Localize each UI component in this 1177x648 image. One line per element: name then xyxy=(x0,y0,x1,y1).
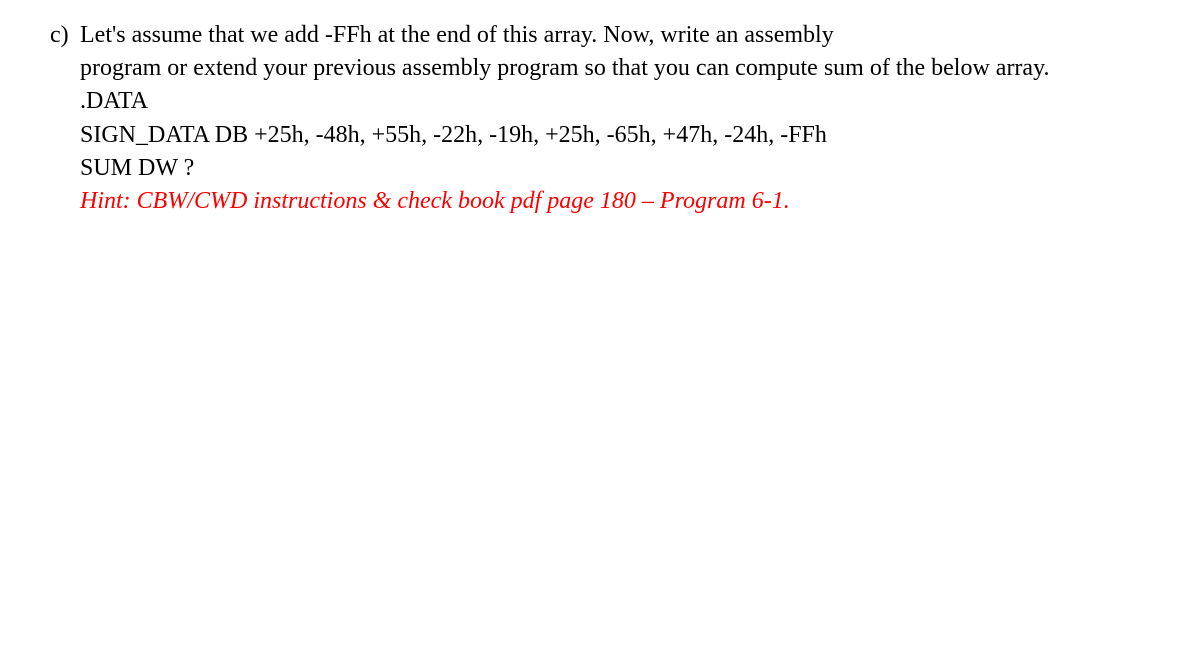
question-content: Let's assume that we add -FFh at the end… xyxy=(80,20,1147,219)
question-block: c) Let's assume that we add -FFh at the … xyxy=(30,20,1147,219)
data-header: .DATA xyxy=(80,86,1147,117)
data-line: SIGN_DATA DB +25h, -48h, +55h, -22h, -19… xyxy=(80,120,1147,151)
prompt-line-1: Let's assume that we add -FFh at the end… xyxy=(80,20,1147,51)
sum-line: SUM DW ? xyxy=(80,153,1147,184)
hint-line: Hint: CBW/CWD instructions & check book … xyxy=(80,186,1147,217)
question-marker: c) xyxy=(30,20,80,51)
prompt-line-2: program or extend your previous assembly… xyxy=(80,53,1147,84)
